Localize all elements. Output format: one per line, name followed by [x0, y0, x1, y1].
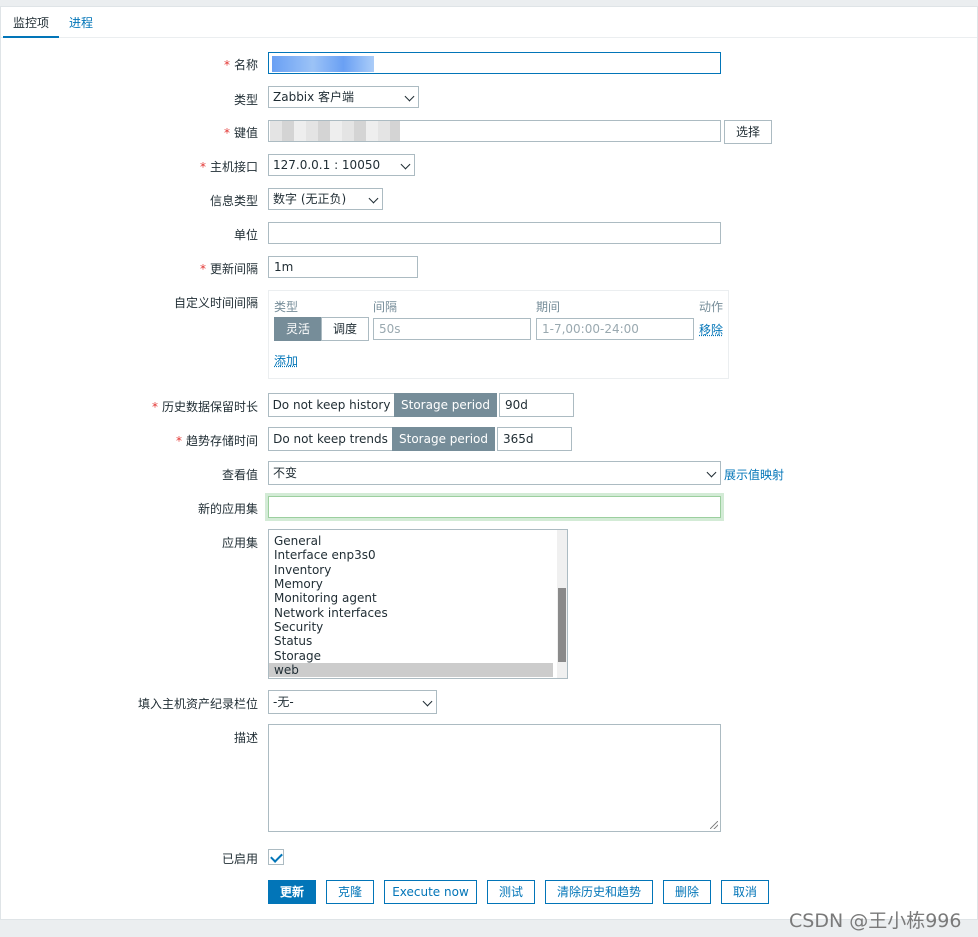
interval-input[interactable]: 50s	[373, 318, 531, 340]
description-textarea[interactable]	[268, 724, 721, 832]
remove-interval-link[interactable]: 移除	[699, 321, 723, 338]
history-no-keep[interactable]: Do not keep history	[268, 393, 395, 417]
list-item[interactable]: Network interfaces	[274, 606, 553, 620]
show-value-label: 查看值	[221, 468, 258, 482]
chevron-down-icon	[404, 91, 415, 102]
tab-process[interactable]: 进程	[69, 14, 93, 31]
inventory-field-label: 填入主机资产纪录栏位	[137, 697, 258, 711]
chevron-down-icon	[422, 696, 433, 707]
custom-intervals-label: 自定义时间间隔	[173, 296, 258, 310]
update-button[interactable]: 更新	[268, 880, 316, 904]
cancel-button[interactable]: 取消	[721, 880, 769, 904]
trends-period-input[interactable]: 365d	[497, 427, 572, 451]
interval-type-scheduling[interactable]: 调度	[321, 317, 369, 341]
list-item[interactable]: Security	[274, 620, 553, 634]
enabled-label: 已启用	[221, 852, 258, 866]
required-mark: *	[223, 58, 230, 72]
watermark: CSDN @王小栋996	[789, 910, 962, 932]
list-item[interactable]: Monitoring agent	[274, 591, 553, 605]
description-label: 描述	[233, 731, 258, 745]
new-application-label: 新的应用集	[197, 502, 258, 516]
info-type-select[interactable]: 数字 (无正负)	[268, 188, 383, 210]
col-period-header: 期间	[536, 300, 561, 314]
key-label: * 键值	[223, 126, 258, 140]
scrollbar-thumb[interactable]	[558, 588, 566, 662]
delete-button[interactable]: 删除	[663, 880, 711, 904]
clone-button[interactable]: 克隆	[326, 880, 374, 904]
test-button[interactable]: 测试	[487, 880, 535, 904]
interface-select[interactable]: 127.0.0.1 : 10050	[268, 154, 415, 176]
list-item[interactable]: General	[274, 534, 553, 548]
redacted-key-blur	[270, 121, 400, 141]
trends-storage-period[interactable]: Storage period	[392, 427, 495, 451]
show-value-mappings-link[interactable]: 展示值映射	[724, 466, 784, 483]
list-item[interactable]: Inventory	[274, 563, 553, 577]
type-select[interactable]: Zabbix 客户端	[268, 86, 419, 108]
tab-bar: 监控项 进程	[1, 7, 977, 38]
applications-scrollbar[interactable]	[557, 530, 567, 678]
history-period-input[interactable]: 90d	[499, 393, 574, 417]
interface-label: * 主机接口	[199, 160, 258, 174]
trends-label: * 趋势存储时间	[175, 434, 258, 448]
tab-item[interactable]: 监控项	[2, 14, 60, 38]
add-interval-link[interactable]: 添加	[274, 352, 298, 369]
execute-now-button[interactable]: Execute now	[384, 880, 477, 904]
units-input[interactable]	[268, 222, 721, 244]
period-input[interactable]: 1-7,00:00-24:00	[536, 318, 694, 340]
trends-no-keep[interactable]: Do not keep trends	[268, 427, 393, 451]
chevron-down-icon	[706, 467, 717, 478]
update-interval-label: * 更新间隔	[199, 262, 258, 276]
redacted-name-blur	[272, 56, 374, 72]
col-interval-header: 间隔	[373, 300, 398, 314]
history-label: * 历史数据保留时长	[151, 400, 258, 414]
show-value-select[interactable]: 不变	[268, 461, 721, 485]
new-application-input[interactable]	[268, 496, 721, 518]
type-label: 类型	[233, 93, 258, 107]
col-type-header: 类型	[274, 300, 299, 314]
chevron-down-icon	[368, 193, 379, 204]
name-label: * 名称	[223, 58, 258, 72]
update-interval-input[interactable]: 1m	[268, 256, 418, 278]
units-label: 单位	[233, 228, 258, 242]
history-storage-period[interactable]: Storage period	[394, 393, 497, 417]
resize-handle-icon[interactable]	[710, 821, 718, 829]
enabled-checkbox[interactable]	[268, 849, 284, 865]
chevron-down-icon	[400, 159, 411, 170]
applications-listbox[interactable]: General Interface enp3s0 Inventory Memor…	[268, 529, 568, 679]
clear-history-button[interactable]: 清除历史和趋势	[545, 880, 653, 904]
list-item[interactable]: Storage	[274, 649, 553, 663]
key-select-button[interactable]: 选择	[724, 120, 772, 144]
list-item[interactable]: Memory	[274, 577, 553, 591]
list-item-selected[interactable]: web	[269, 663, 553, 677]
list-item[interactable]: Status	[274, 634, 553, 648]
info-type-label: 信息类型	[209, 194, 258, 208]
inventory-field-select[interactable]: -无-	[268, 690, 437, 714]
col-action-header: 动作	[699, 300, 724, 314]
interval-type-flexible[interactable]: 灵活	[274, 317, 322, 341]
list-item[interactable]: Interface enp3s0	[274, 548, 553, 562]
applications-label: 应用集	[221, 536, 258, 550]
